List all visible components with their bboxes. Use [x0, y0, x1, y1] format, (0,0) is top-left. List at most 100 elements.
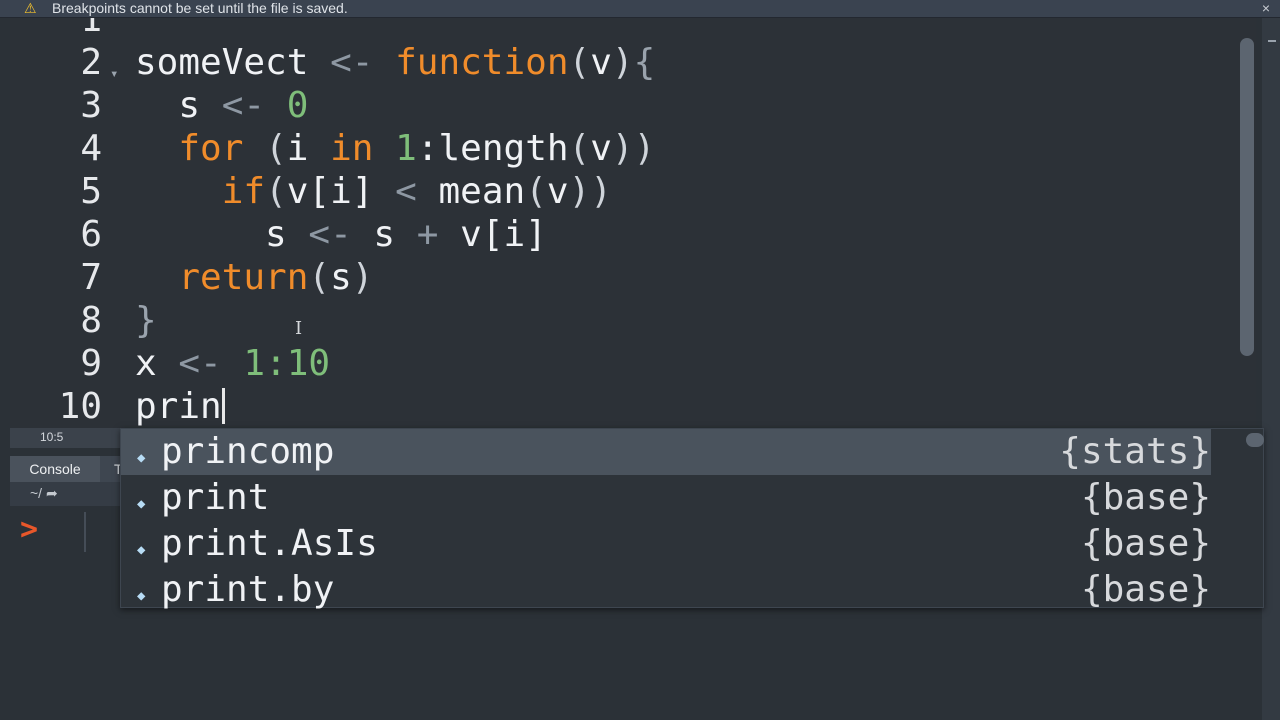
- code-token: <-: [178, 343, 244, 384]
- line-number: 4: [80, 128, 102, 169]
- code-text: prin: [135, 385, 225, 428]
- code-token: 1:10: [243, 343, 331, 384]
- code-token: (: [265, 171, 287, 212]
- code-token: v: [590, 128, 612, 169]
- console-prompt: >: [20, 512, 39, 547]
- text-caret: [221, 388, 225, 424]
- code-line[interactable]: 6 s <- s + v[i]: [10, 213, 1238, 256]
- code-token: ): [351, 257, 374, 298]
- code-line[interactable]: 10 prin: [10, 385, 1238, 428]
- code-token: for: [178, 128, 266, 169]
- line-number: 5: [80, 171, 102, 212]
- code-text: s <- 0: [135, 84, 308, 127]
- code-token: if: [221, 171, 266, 212]
- code-line[interactable]: 9x <- 1:10: [10, 342, 1238, 385]
- completion-item[interactable]: ◆ print.by {base}: [121, 567, 1211, 613]
- tab-console[interactable]: Console: [10, 456, 100, 482]
- code-token: +: [416, 214, 461, 255]
- code-token: s: [135, 85, 222, 126]
- warning-bar: ⚠ Breakpoints cannot be set until the fi…: [0, 0, 1280, 18]
- code-token: <-: [308, 214, 374, 255]
- code-text: x <- 1:10: [135, 342, 330, 385]
- code-token: v[i]: [460, 214, 547, 255]
- code-line[interactable]: 8}: [10, 299, 1238, 342]
- code-line[interactable]: 5 if(v[i] < mean(v)): [10, 170, 1238, 213]
- line-number: 1: [80, 18, 102, 40]
- code-token: <-: [330, 42, 396, 83]
- code-editor[interactable]: I 1 2 ▾ someVect <- function(v){3 s <- 04 f…: [10, 18, 1238, 428]
- code-text: if(v[i] < mean(v)): [135, 170, 612, 213]
- completion-item[interactable]: ◆ print.AsIs {base}: [121, 521, 1211, 567]
- go-to-directory-icon[interactable]: ➦: [46, 485, 58, 501]
- code-token: in: [330, 128, 396, 169]
- code-line[interactable]: 2 ▾ someVect <- function(v){: [10, 41, 1238, 84]
- completion-package: {base}: [1080, 477, 1211, 518]
- code-token: (: [568, 42, 591, 83]
- code-token: s: [373, 214, 417, 255]
- completion-item[interactable]: ◆ princomp {stats}: [121, 429, 1211, 475]
- code-token: i: [286, 128, 331, 169]
- completion-name: princomp: [161, 431, 335, 472]
- code-token: x: [135, 343, 179, 384]
- code-token: 1: [395, 128, 417, 169]
- editor-scrollbar-thumb[interactable]: [1240, 38, 1254, 356]
- completion-package: {stats}: [1059, 431, 1211, 472]
- code-token: (: [308, 257, 331, 298]
- autocomplete-popup: ◆ princomp {stats} ◆ print {base} ◆ print.AsIs{…: [120, 428, 1264, 610]
- code-line[interactable]: 3 s <- 0: [10, 84, 1238, 127]
- completion-item[interactable]: ◆ print {base}: [121, 475, 1211, 521]
- code-token: s: [135, 214, 309, 255]
- warning-text: Breakpoints cannot be set until the file…: [52, 0, 348, 16]
- line-number: 3: [80, 85, 102, 126]
- popup-scrollbar[interactable]: [1241, 429, 1264, 607]
- code-line[interactable]: 4 for (i in 1:length(v)): [10, 127, 1238, 170]
- code-text: someVect <- function(v){: [135, 41, 655, 84]
- completion-package: {base}: [1080, 569, 1211, 610]
- function-icon: ◆: [137, 588, 146, 604]
- working-directory: ~/ ➦: [30, 485, 58, 501]
- console-divider: [84, 512, 86, 552]
- code-text: for (i in 1:length(v)): [135, 127, 655, 170]
- code-token: )): [611, 128, 656, 169]
- minimize-icon[interactable]: [1268, 40, 1276, 42]
- line-number: 8: [80, 300, 102, 341]
- code-token: function: [395, 42, 569, 83]
- completion-name: print.AsIs: [161, 523, 378, 564]
- code-token: <-: [221, 85, 287, 126]
- close-icon[interactable]: ×: [1262, 0, 1270, 17]
- code-line[interactable]: 7 return(s): [10, 256, 1238, 299]
- line-number: 7: [80, 257, 102, 298]
- completion-name: print: [161, 477, 270, 518]
- code-text: }: [135, 299, 157, 342]
- code-token: v[i]: [286, 171, 396, 212]
- code-token: (: [568, 128, 591, 169]
- code-token: {: [633, 42, 656, 83]
- warning-icon: ⚠: [24, 0, 37, 16]
- code-token: (: [525, 171, 547, 212]
- code-token: someVect: [135, 42, 331, 83]
- popup-scrollbar-thumb[interactable]: [1246, 433, 1264, 447]
- code-token: <: [395, 171, 439, 212]
- line-number: 2: [80, 42, 102, 83]
- code-token: v: [546, 171, 569, 212]
- line-number: 9: [80, 343, 102, 384]
- code-token: ): [611, 42, 634, 83]
- code-token: s: [330, 257, 352, 298]
- line-number: 6: [80, 214, 102, 255]
- completion-package: {base}: [1080, 523, 1211, 564]
- code-token: 0: [286, 85, 309, 126]
- code-line[interactable]: 1: [10, 18, 1238, 41]
- completion-name: print.by: [161, 569, 335, 610]
- code-token: return: [178, 257, 309, 298]
- code-token: prin: [135, 386, 222, 427]
- cursor-position: 10:5: [40, 430, 64, 444]
- code-token: )): [568, 171, 612, 212]
- code-text: return(s): [135, 256, 373, 299]
- code-token: :length: [416, 128, 569, 169]
- right-panel-edge: [1262, 18, 1280, 720]
- code-token: mean: [438, 171, 526, 212]
- code-token: v: [590, 42, 612, 83]
